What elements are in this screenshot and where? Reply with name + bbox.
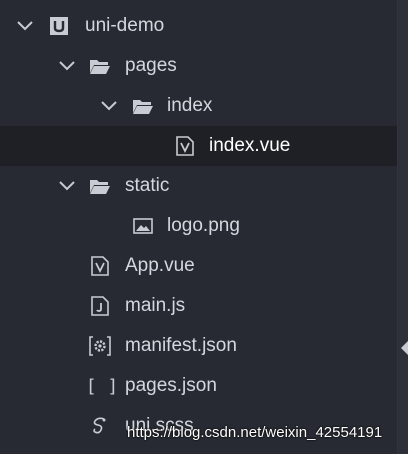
folder-open-icon [89, 175, 111, 197]
chevron-down-icon[interactable] [57, 56, 77, 76]
panel-collapse-handle-icon[interactable] [401, 341, 408, 355]
tree-item-pages-json[interactable]: [ ] pages.json [0, 366, 408, 406]
tree-item-label: uni-demo [85, 15, 165, 36]
folder-open-icon [89, 55, 111, 77]
js-file-icon [89, 295, 111, 317]
tree-item-label: index [167, 95, 213, 116]
project-icon [48, 15, 70, 37]
tree-item-label: main.js [125, 295, 186, 316]
tree-item-label: index.vue [209, 135, 291, 156]
folder-open-icon [132, 95, 154, 117]
tree-item-label: App.vue [125, 255, 195, 276]
tree-item-manifest-json[interactable]: manifest.json [0, 326, 408, 366]
tree-item-static[interactable]: static [0, 166, 408, 206]
settings-file-icon [89, 335, 111, 357]
sass-file-icon [89, 415, 111, 437]
file-explorer-tree: uni-demo pages index index.vue static lo… [0, 6, 408, 446]
tree-item-app-vue[interactable]: App.vue [0, 246, 408, 286]
vue-file-icon [89, 255, 111, 277]
chevron-down-icon[interactable] [57, 176, 77, 196]
brackets-file-icon: [ ] [85, 375, 119, 397]
tree-item-label: manifest.json [125, 335, 237, 356]
tree-item-index[interactable]: index [0, 86, 408, 126]
tree-item-label: pages.json [125, 375, 217, 396]
tree-item-label: static [125, 175, 170, 196]
vertical-scrollbar[interactable] [397, 0, 408, 454]
vue-file-icon [174, 135, 196, 157]
tree-item-pages[interactable]: pages [0, 46, 408, 86]
watermark-text: https://blog.csdn.net/weixin_42554191 [127, 424, 383, 441]
tree-item-label: pages [125, 55, 177, 76]
chevron-down-icon[interactable] [15, 16, 35, 36]
tree-item-label: logo.png [167, 215, 240, 236]
tree-item-logo-png[interactable]: logo.png [0, 206, 408, 246]
tree-item-main-js[interactable]: main.js [0, 286, 408, 326]
image-file-icon [132, 215, 154, 237]
chevron-down-icon[interactable] [99, 96, 119, 116]
tree-item-index-vue[interactable]: index.vue [0, 126, 408, 166]
tree-item-uni-demo[interactable]: uni-demo [0, 6, 408, 46]
